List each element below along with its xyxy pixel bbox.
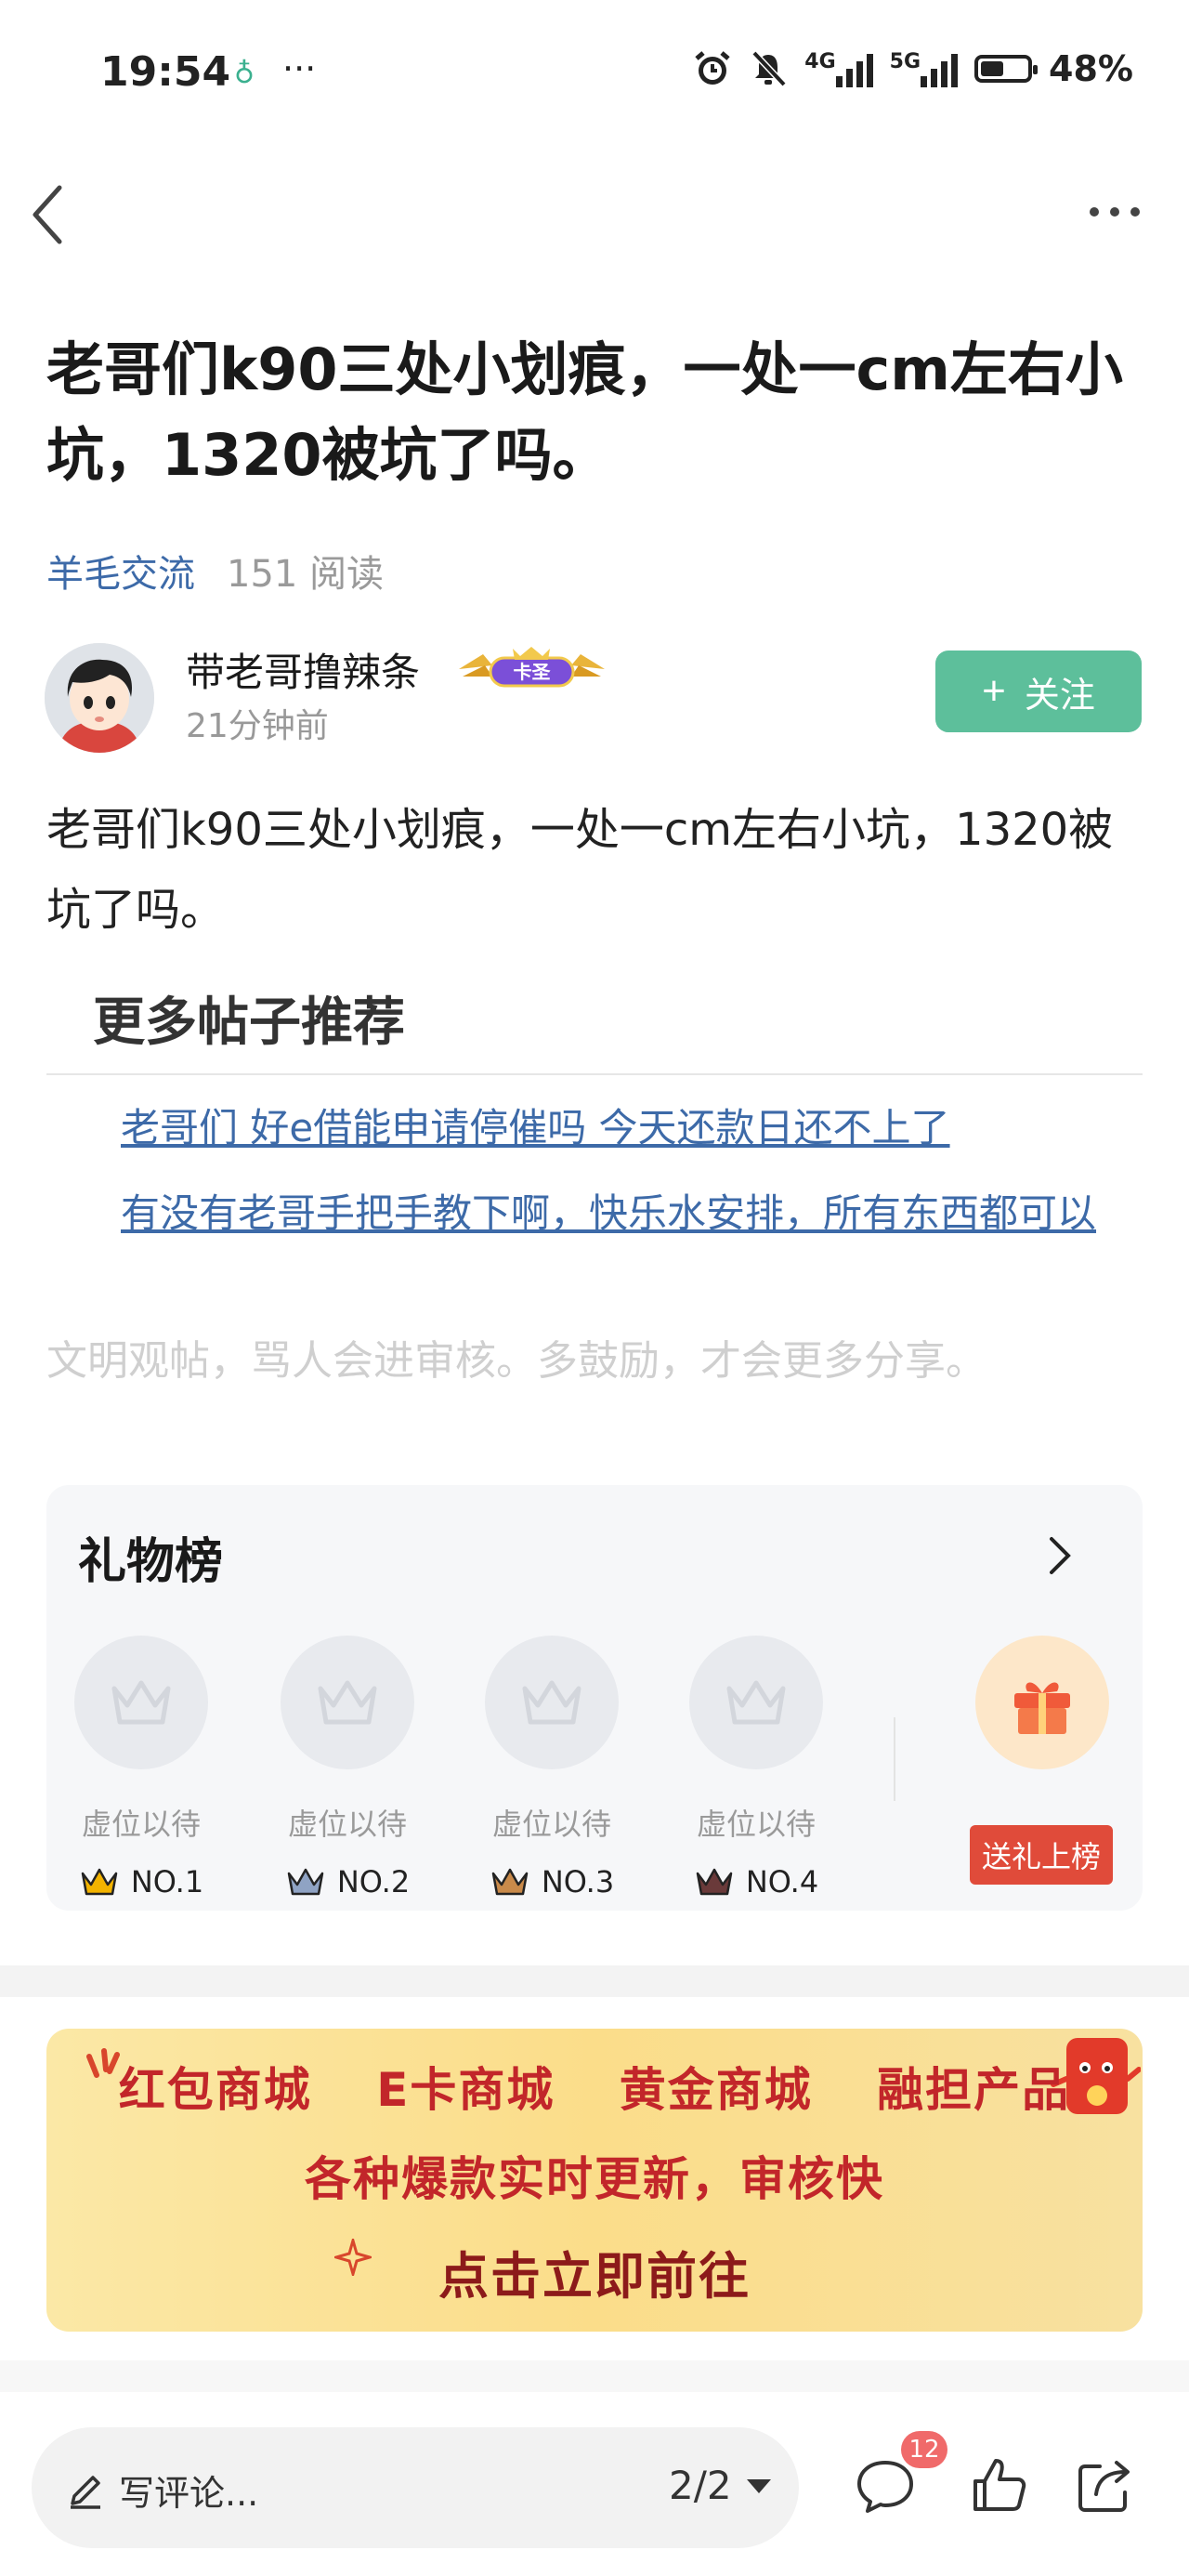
crown-rank-icon <box>696 1868 733 1896</box>
crown-rank-icon <box>491 1868 529 1896</box>
status-icons: 4G 5G 48% <box>693 48 1133 89</box>
gift-rank: NO.1 <box>130 1864 204 1899</box>
post-title: 老哥们k90三处小划痕，一处一cm左右小坑，1320被坑了吗。 <box>46 335 1123 489</box>
promo-banner[interactable]: 红包商城 E卡商城 黄金商城 融担产品 各种爆款实时更新，审核快 点击立即前往 <box>46 2029 1143 2332</box>
post-meta: 羊毛交流 151 阅读 <box>46 544 384 598</box>
pencil-icon <box>71 2475 100 2509</box>
crown-rank-icon <box>81 1868 118 1896</box>
crown-placeholder-icon <box>74 1636 208 1769</box>
recommend-title: 更多帖子推荐 <box>93 992 405 1053</box>
mute-icon <box>751 50 787 87</box>
crown-placeholder-icon <box>281 1636 414 1769</box>
status-time: 19:54 <box>100 48 231 96</box>
gift-rank: NO.3 <box>541 1864 615 1899</box>
banner-line-2: 各种爆款实时更新，审核快 <box>305 2152 884 2206</box>
comment-placeholder[interactable]: 写评论... <box>65 2464 258 2516</box>
back-icon[interactable] <box>26 182 67 247</box>
divider <box>894 1717 895 1801</box>
battery-icon <box>974 55 1039 83</box>
follow-label: 关注 <box>1024 676 1095 716</box>
send-gift-button[interactable]: 送礼上榜 <box>970 1825 1113 1885</box>
section-separator <box>0 2360 1189 2392</box>
post-time: 21分钟前 <box>186 707 329 745</box>
user-badge: 卡圣 <box>455 645 608 693</box>
more-options-icon[interactable] <box>1087 203 1143 221</box>
section-separator <box>0 1965 1189 1997</box>
like-thumbs-up-icon[interactable] <box>966 2453 1031 2518</box>
follow-button[interactable]: + 关注 <box>935 651 1142 732</box>
status-more-icon: ··· <box>282 48 317 89</box>
civility-notice: 文明观帖，骂人会进审核。多鼓励，才会更多分享。 <box>46 1337 986 1385</box>
gift-slot-label: 虚位以待 <box>696 1807 816 1842</box>
divider <box>46 1073 1143 1075</box>
page-indicator-text: 2/2 <box>669 2463 732 2508</box>
gift-board-title: 礼物榜 <box>78 1534 224 1590</box>
gift-slot-label: 虚位以待 <box>287 1807 407 1842</box>
author-name[interactable]: 带老哥撸辣条 <box>186 641 420 698</box>
gift-slot[interactable]: 虚位以待 NO.3 <box>485 1636 619 1899</box>
gift-box-icon <box>1014 1682 1070 1734</box>
recommend-link[interactable]: 有没有老哥手把手教下啊，快乐水安排，所有东西都可以 <box>121 1182 1101 1239</box>
network-5g-label: 5G <box>889 50 921 73</box>
signal-icon <box>921 50 959 87</box>
caret-down-icon <box>746 2478 771 2493</box>
avatar[interactable] <box>45 643 154 753</box>
gift-rank: NO.4 <box>745 1864 819 1899</box>
battery-percent: 48% <box>1049 48 1133 89</box>
crown-placeholder-icon <box>485 1636 619 1769</box>
badge-label: 卡圣 <box>514 661 552 683</box>
chevron-right-icon[interactable] <box>1046 1535 1074 1576</box>
gift-slot[interactable]: 虚位以待 NO.4 <box>689 1636 823 1899</box>
banner-line-1: 红包商城 E卡商城 黄金商城 融担产品 <box>118 2063 1071 2117</box>
signal-icon <box>835 50 873 87</box>
network-4g-label: 4G <box>804 50 836 73</box>
alarm-icon <box>695 51 730 85</box>
crown-rank-icon <box>287 1868 324 1896</box>
post-body: 老哥们k90三处小划痕，一处一cm左右小坑，1320被坑了吗。 <box>46 804 1114 936</box>
post-category-link[interactable]: 羊毛交流 <box>46 544 195 598</box>
recommend-link[interactable]: 老哥们 好e借能申请停催吗 今天还款日还不上了 <box>121 1097 1101 1153</box>
page-indicator[interactable]: 2/2 <box>669 2463 773 2508</box>
app-notification-icon: ♁ <box>234 58 255 90</box>
share-icon[interactable] <box>1072 2453 1137 2518</box>
banner-cta[interactable]: 点击立即前往 <box>46 2235 1143 2308</box>
crown-placeholder-icon <box>689 1636 823 1769</box>
gift-slot-label: 虚位以待 <box>81 1807 201 1842</box>
gift-slot-label: 虚位以待 <box>491 1807 611 1842</box>
gift-slot[interactable]: 虚位以待 NO.1 <box>74 1636 208 1899</box>
comment-placeholder-text: 写评论... <box>119 2473 259 2514</box>
gift-slot[interactable]: 虚位以待 NO.2 <box>281 1636 414 1899</box>
gift-icon-button[interactable] <box>975 1636 1109 1769</box>
comment-count-badge: 12 <box>901 2431 947 2468</box>
gift-rank: NO.2 <box>336 1864 411 1899</box>
read-count: 151 阅读 <box>227 553 385 596</box>
plus-icon: + <box>982 668 1006 714</box>
